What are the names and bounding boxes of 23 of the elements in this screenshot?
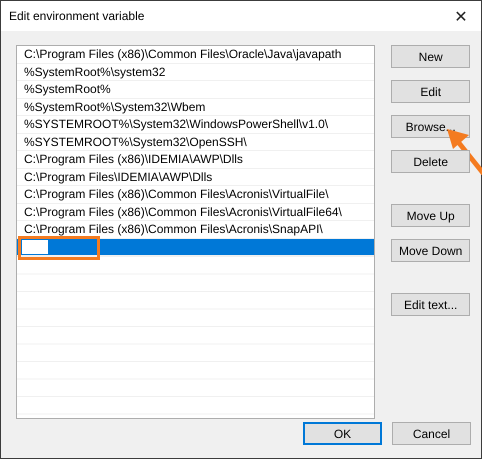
side-button[interactable]: Edit <box>391 80 470 103</box>
side-button[interactable]: Move Up <box>391 204 470 227</box>
side-button[interactable]: Delete <box>391 150 470 173</box>
path-item[interactable]: %SystemRoot%\System32\Wbem <box>17 98 374 116</box>
path-item[interactable]: %SystemRoot%\system32 <box>17 64 374 81</box>
path-item[interactable]: %SYSTEMROOT%\System32\WindowsPowerShell\v1.0\ <box>17 116 374 134</box>
side-button[interactable]: Edit text... <box>391 293 470 316</box>
dialog-button[interactable]: OK <box>303 422 382 445</box>
side-button[interactable]: Browse... <box>391 115 470 138</box>
path-item[interactable]: %SYSTEMROOT%\System32\OpenSSH\ <box>17 134 374 151</box>
path-item[interactable]: C:\Program Files (x86)\Common Files\Acronis\VirtualFile64\ <box>17 204 374 221</box>
path-item[interactable]: C:\Program Files (x86)\IDEMIA\AWP\Dlls <box>17 151 374 168</box>
path-item[interactable]: C:\Program Files (x86)\Common Files\Oracle\Java\javapath <box>17 46 374 64</box>
path-item[interactable]: C:\Program Files (x86)\Common Files\Acronis\SnapAPI\ <box>17 221 374 238</box>
window-title: Edit environment variable <box>9 9 144 23</box>
path-input-field[interactable] <box>22 240 48 254</box>
path-item[interactable]: C:\Program Files\IDEMIA\AWP\Dlls <box>17 168 374 186</box>
dialog-button[interactable]: Cancel <box>392 422 471 445</box>
side-button[interactable]: New <box>391 45 470 68</box>
path-item[interactable]: %SystemRoot% <box>17 81 374 98</box>
close-button[interactable]: ✕ <box>441 1 481 31</box>
path-item[interactable]: C:\Program Files (x86)\Common Files\Acronis\VirtualFile\ <box>17 186 374 204</box>
side-button[interactable]: Move Down <box>391 239 470 262</box>
